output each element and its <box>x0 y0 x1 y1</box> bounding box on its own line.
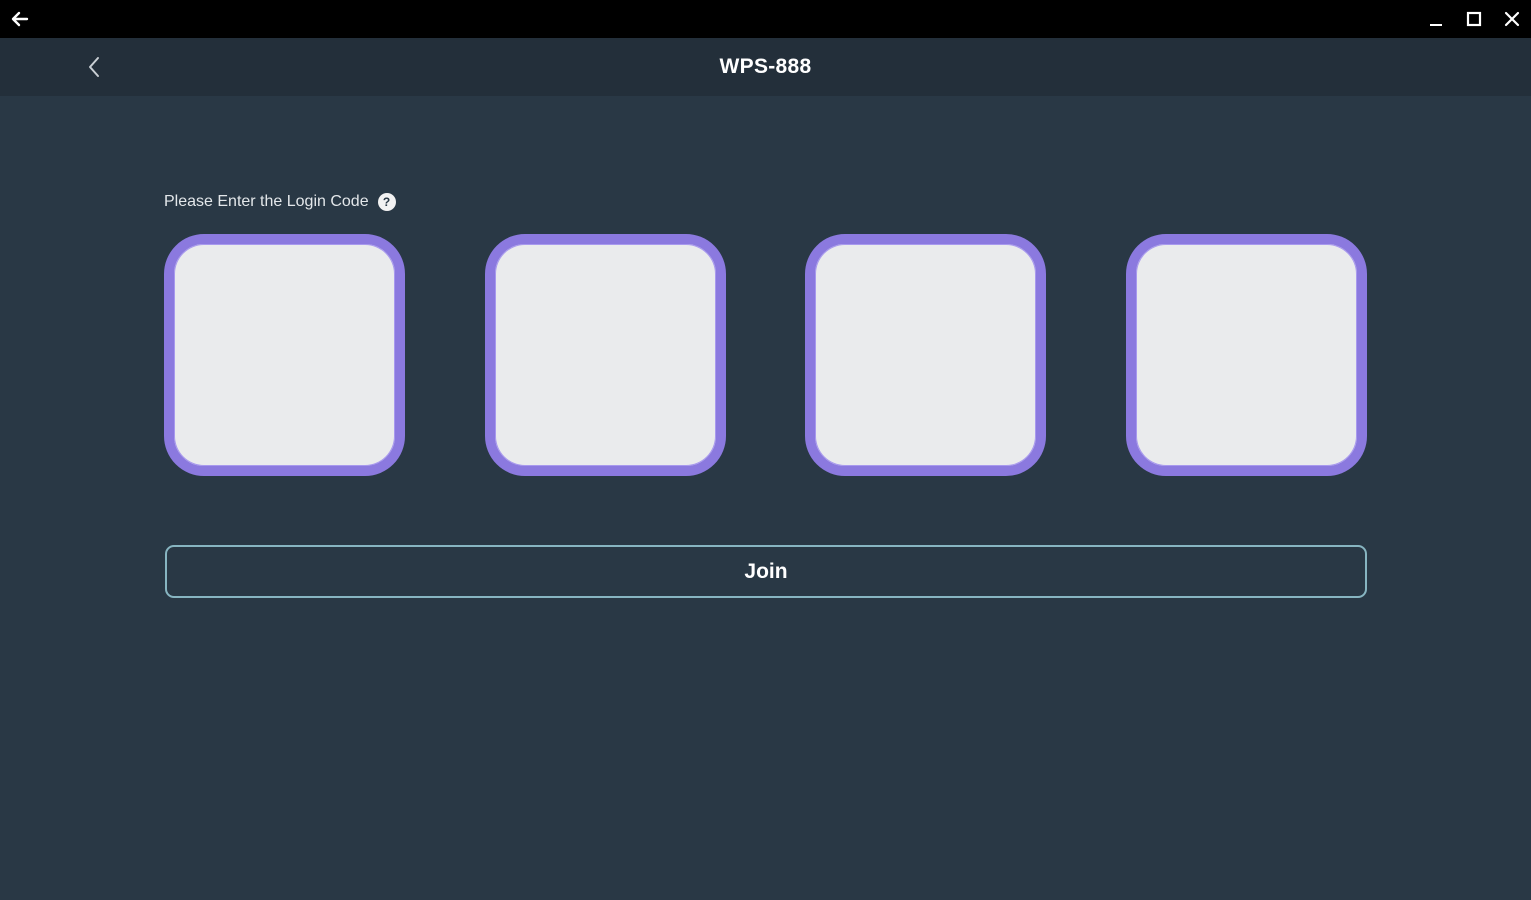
window-controls <box>1417 0 1531 38</box>
window-back-button[interactable] <box>8 7 32 31</box>
code-digit-3[interactable] <box>805 234 1046 476</box>
maximize-button[interactable] <box>1455 0 1493 38</box>
minimize-button[interactable] <box>1417 0 1455 38</box>
window-titlebar <box>0 0 1531 38</box>
maximize-icon <box>1466 11 1482 27</box>
code-input-row <box>164 234 1367 476</box>
code-digit-1[interactable] <box>164 234 405 476</box>
help-icon[interactable]: ? <box>377 193 396 211</box>
close-icon <box>1504 11 1520 27</box>
code-digit-2[interactable] <box>485 234 726 476</box>
back-button[interactable] <box>80 53 108 81</box>
login-code-prompt: Please Enter the Login Code ? <box>164 190 396 214</box>
page-title: WPS-888 <box>719 55 812 78</box>
code-digit-4[interactable] <box>1126 234 1367 476</box>
app-header: WPS-888 <box>0 38 1531 96</box>
chevron-left-icon <box>89 57 99 77</box>
join-button[interactable]: Join <box>165 545 1367 598</box>
close-button[interactable] <box>1493 0 1531 38</box>
prompt-label: Please Enter the Login Code <box>164 193 369 210</box>
minimize-icon <box>1430 24 1442 26</box>
arrow-left-icon <box>11 11 29 27</box>
